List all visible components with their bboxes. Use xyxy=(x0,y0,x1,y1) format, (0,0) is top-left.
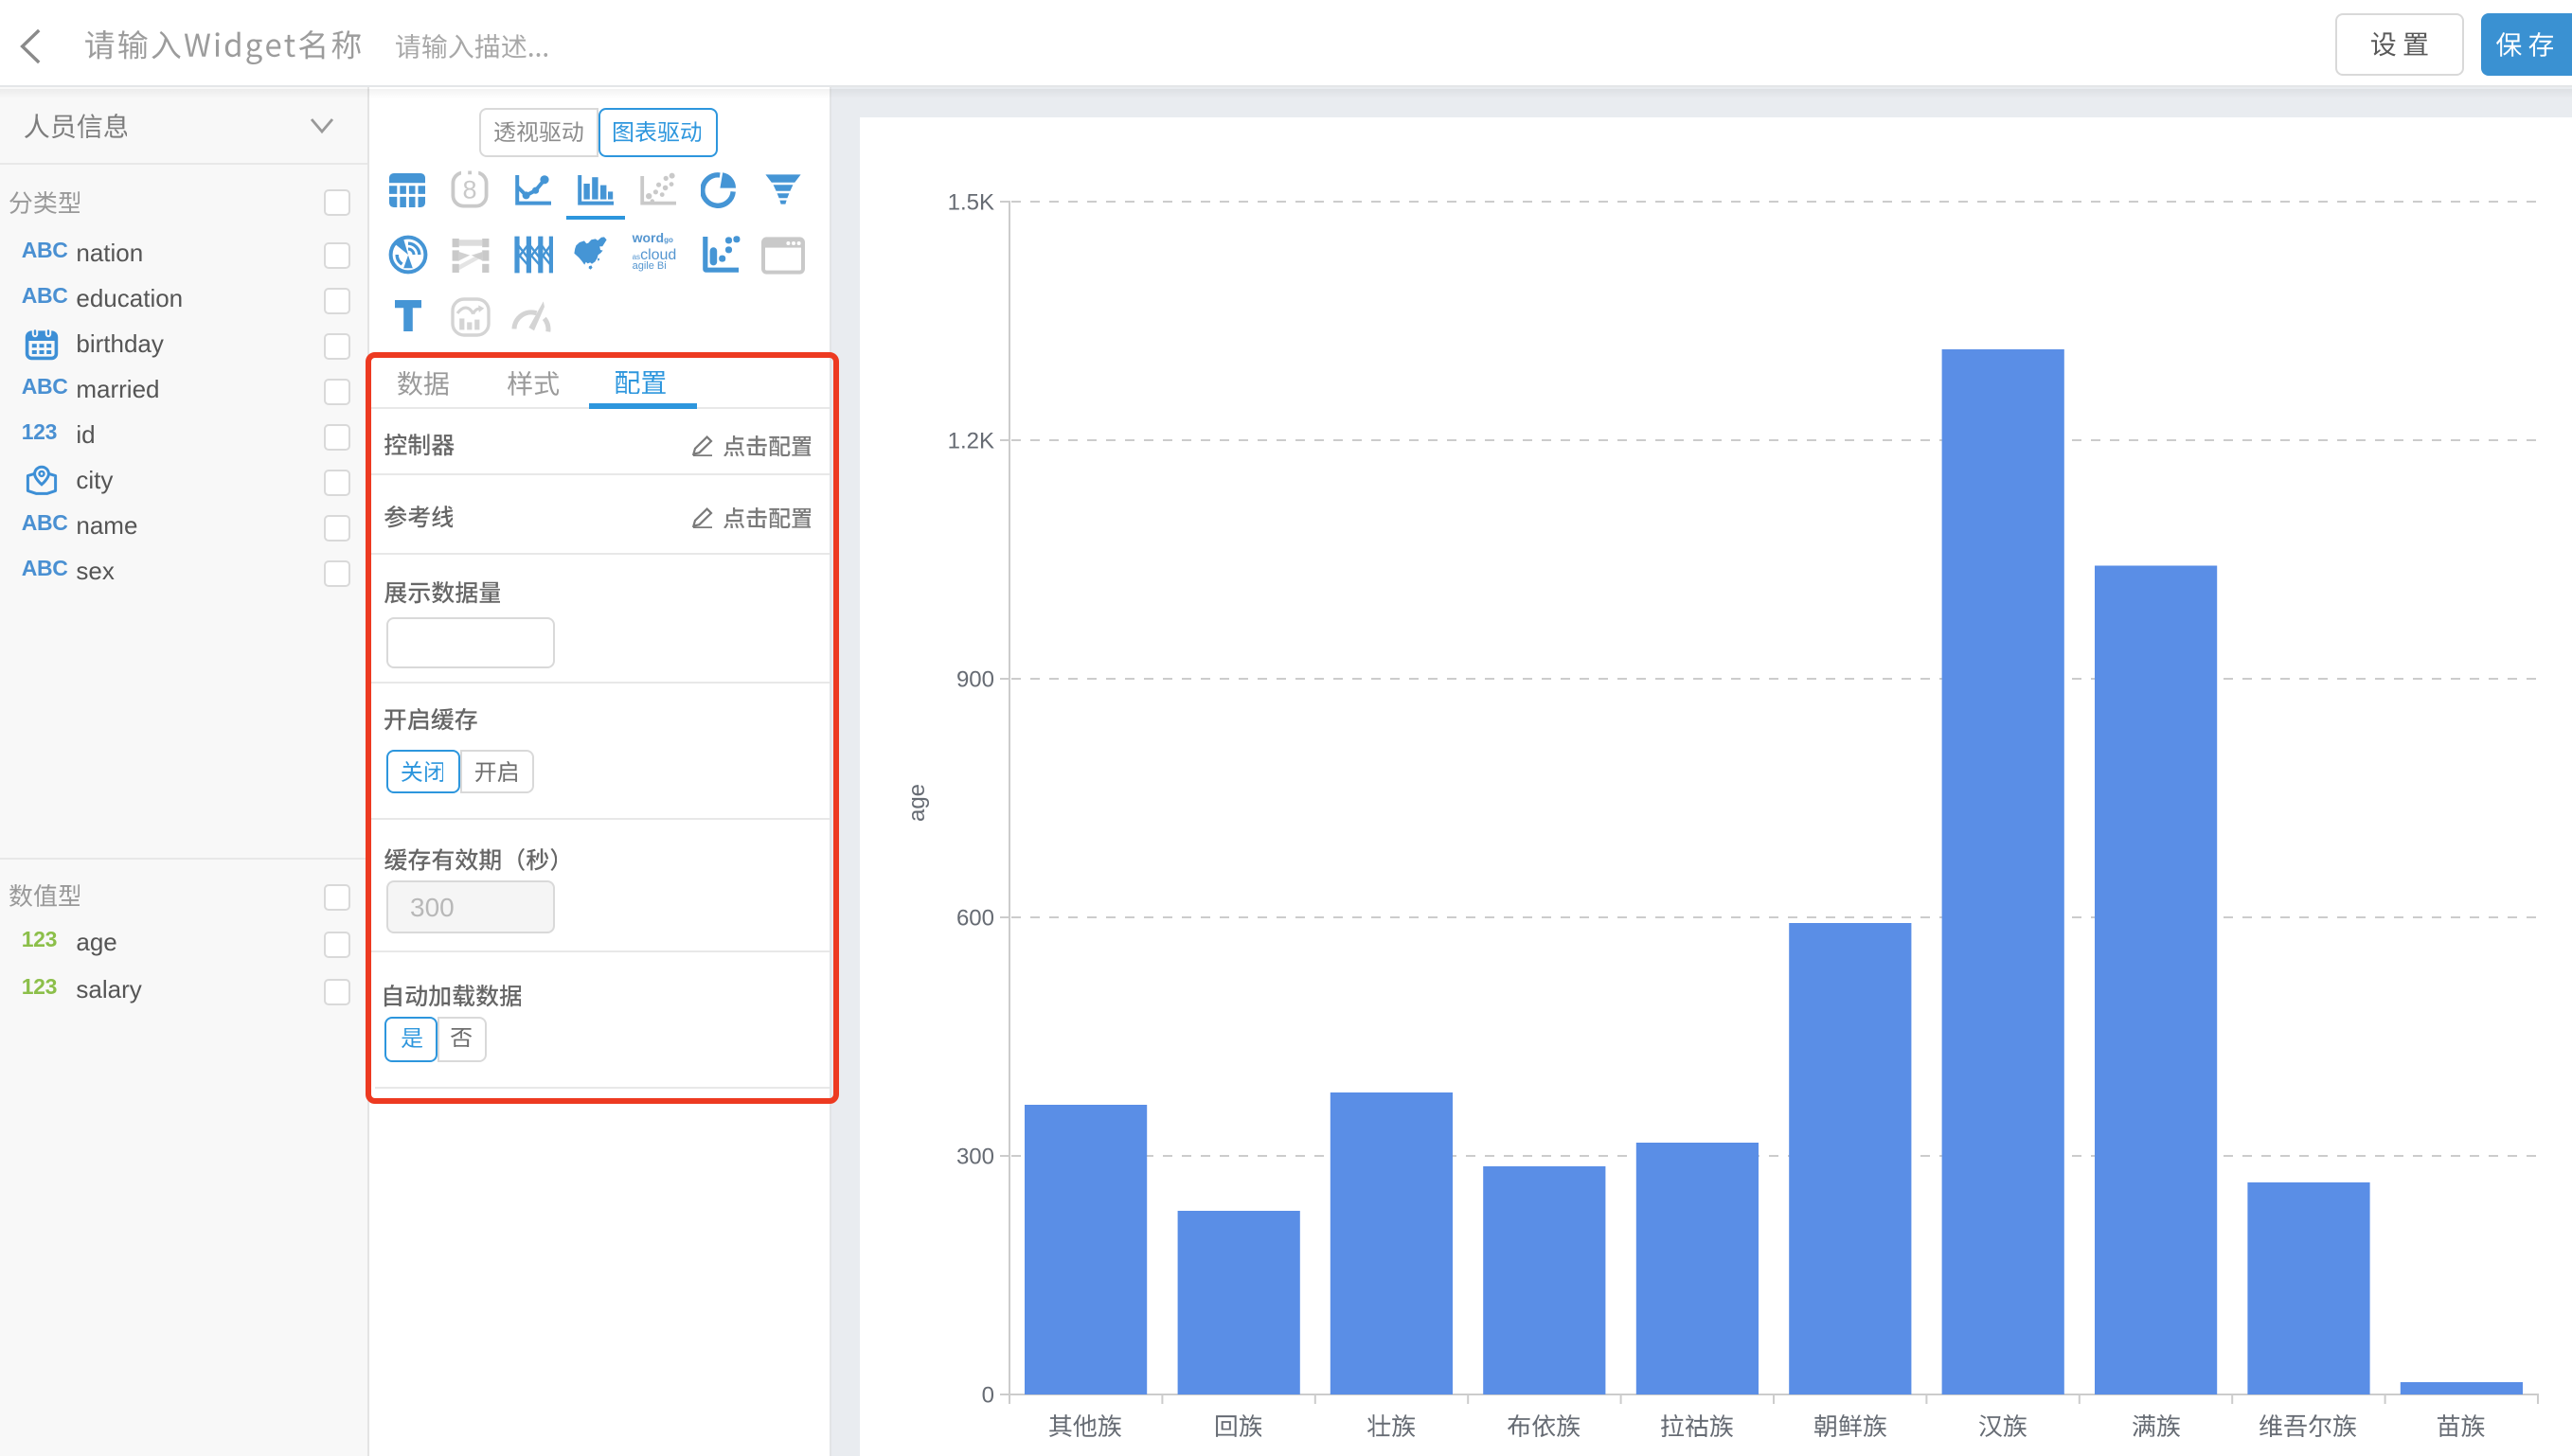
svg-text:300: 300 xyxy=(956,1144,994,1169)
svg-text:8: 8 xyxy=(463,176,477,204)
svg-text:1.5K: 1.5K xyxy=(948,189,994,215)
svg-text:0: 0 xyxy=(982,1382,994,1408)
svg-text:900: 900 xyxy=(956,666,994,692)
svg-text:600: 600 xyxy=(956,905,994,931)
svg-text:1.2K: 1.2K xyxy=(948,428,994,453)
svg-text:age: age xyxy=(904,784,930,822)
